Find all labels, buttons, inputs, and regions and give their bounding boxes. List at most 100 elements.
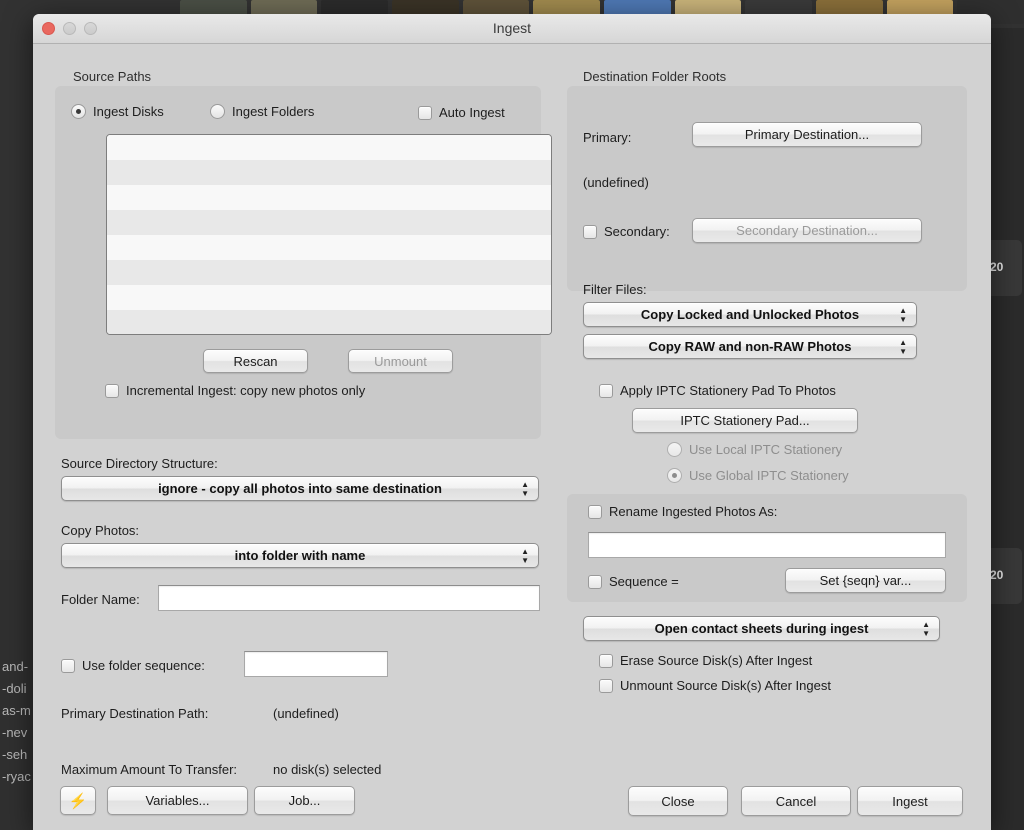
ingest-dialog: Ingest Source Paths Ingest Disks Ingest … (33, 14, 991, 830)
rename-checkbox-control[interactable] (588, 504, 602, 519)
bolt-icon-button[interactable]: ⚡ (60, 786, 96, 815)
bolt-icon: ⚡ (68, 792, 88, 810)
primary-destination-value: (undefined) (583, 175, 649, 190)
list-item[interactable] (107, 210, 551, 235)
iptc-stationery-pad-button[interactable]: IPTC Stationery Pad... (632, 408, 858, 433)
source-directory-structure-label: Source Directory Structure: (61, 456, 218, 471)
radio-ingest-disks[interactable]: Ingest Disks (71, 104, 164, 119)
raw-filter-value: Copy RAW and non-RAW Photos (648, 339, 852, 354)
checkbox-rename-ingested-photos[interactable]: Rename Ingested Photos As: (588, 504, 777, 519)
auto-ingest-label: Auto Ingest (439, 105, 505, 120)
stepper-arrows-icon: ▲ ▼ (922, 619, 930, 638)
radio-ingest-folders-control[interactable] (210, 104, 225, 119)
primary-destination-label: Primary: (583, 130, 632, 145)
radio-ingest-folders[interactable]: Ingest Folders (210, 104, 314, 119)
source-directory-structure-value: ignore - copy all photos into same desti… (158, 481, 442, 496)
list-item[interactable] (107, 260, 551, 285)
use-folder-sequence-label: Use folder sequence: (82, 658, 205, 673)
raw-filter-select[interactable]: Copy RAW and non-RAW Photos ▲ ▼ (583, 334, 917, 359)
checkbox-secondary-destination[interactable]: Secondary: (583, 224, 670, 239)
unmount-source-checkbox-control[interactable] (599, 678, 613, 693)
list-item[interactable] (107, 185, 551, 210)
cancel-button[interactable]: Cancel (741, 786, 851, 816)
secondary-destination-button[interactable]: Secondary Destination... (692, 218, 922, 243)
destination-folder-roots-group-label: Destination Folder Roots (583, 69, 727, 84)
radio-ingest-disks-control[interactable] (71, 104, 86, 119)
checkbox-apply-iptc-stationery[interactable]: Apply IPTC Stationery Pad To Photos (599, 383, 836, 398)
source-paths-group-label: Source Paths (73, 69, 152, 84)
stepper-arrows-icon: ▲ ▼ (521, 479, 529, 498)
list-item[interactable] (107, 235, 551, 260)
radio-use-global-iptc-control[interactable] (667, 468, 682, 483)
checkbox-incremental-ingest[interactable]: Incremental Ingest: copy new photos only (105, 383, 365, 398)
contact-sheets-value: Open contact sheets during ingest (654, 621, 869, 636)
radio-use-local-iptc-label: Use Local IPTC Stationery (689, 442, 843, 457)
radio-use-global-iptc[interactable]: Use Global IPTC Stationery (667, 468, 849, 483)
erase-source-label: Erase Source Disk(s) After Ingest (620, 653, 813, 668)
backdrop-card: 20 (986, 548, 1022, 604)
auto-ingest-checkbox-control[interactable] (418, 105, 432, 120)
incremental-ingest-checkbox-control[interactable] (105, 383, 119, 398)
maximum-amount-to-transfer-label: Maximum Amount To Transfer: (61, 762, 238, 777)
stepper-arrows-icon: ▲ ▼ (899, 305, 907, 324)
incremental-ingest-label: Incremental Ingest: copy new photos only (126, 383, 366, 398)
checkbox-unmount-source-disks[interactable]: Unmount Source Disk(s) After Ingest (599, 678, 831, 693)
set-seqn-var-button[interactable]: Set {seqn} var... (785, 568, 946, 593)
use-folder-sequence-checkbox-control[interactable] (61, 658, 75, 673)
folder-name-input[interactable] (158, 585, 540, 611)
source-directory-structure-select[interactable]: ignore - copy all photos into same desti… (61, 476, 539, 501)
secondary-destination-checkbox-control[interactable] (583, 224, 597, 239)
destination-folder-roots-groupbox: Primary: Primary Destination... (undefin… (567, 86, 967, 291)
rescan-button[interactable]: Rescan (203, 349, 308, 373)
rename-pattern-input[interactable] (588, 532, 946, 558)
checkbox-use-folder-sequence[interactable]: Use folder sequence: (61, 658, 205, 673)
copy-photos-value: into folder with name (234, 548, 366, 563)
unmount-source-label: Unmount Source Disk(s) After Ingest (620, 678, 831, 693)
maximum-amount-to-transfer-value: no disk(s) selected (273, 762, 382, 777)
title-bar: Ingest (33, 14, 991, 44)
copy-photos-label: Copy Photos: (61, 523, 140, 538)
list-item[interactable] (107, 310, 551, 334)
folder-sequence-input[interactable] (244, 651, 388, 677)
window-title: Ingest (492, 20, 532, 36)
rename-label: Rename Ingested Photos As: (609, 504, 778, 519)
filter-files-label: Filter Files: (583, 282, 647, 297)
stepper-arrows-icon: ▲ ▼ (521, 546, 529, 565)
checkbox-auto-ingest[interactable]: Auto Ingest (418, 105, 505, 120)
radio-ingest-disks-label: Ingest Disks (93, 104, 164, 119)
copy-photos-select[interactable]: into folder with name ▲ ▼ (61, 543, 539, 568)
lock-filter-select[interactable]: Copy Locked and Unlocked Photos ▲ ▼ (583, 302, 917, 327)
primary-destination-path-value: (undefined) (273, 706, 339, 721)
list-item[interactable] (107, 285, 551, 310)
sequence-checkbox-control[interactable] (588, 574, 602, 589)
radio-use-local-iptc[interactable]: Use Local IPTC Stationery (667, 442, 842, 457)
job-button[interactable]: Job... (254, 786, 355, 815)
folder-name-label: Folder Name: (61, 592, 140, 607)
checkbox-erase-source-disks[interactable]: Erase Source Disk(s) After Ingest (599, 653, 812, 668)
variables-button[interactable]: Variables... (107, 786, 248, 815)
backdrop-card-label: 20 (990, 260, 1004, 274)
apply-iptc-checkbox-control[interactable] (599, 383, 613, 398)
backdrop-card: 20 (986, 240, 1022, 296)
sequence-label: Sequence = (609, 574, 679, 589)
apply-iptc-label: Apply IPTC Stationery Pad To Photos (620, 383, 836, 398)
checkbox-sequence[interactable]: Sequence = (588, 574, 679, 589)
radio-ingest-folders-label: Ingest Folders (232, 104, 315, 119)
contact-sheets-select[interactable]: Open contact sheets during ingest ▲ ▼ (583, 616, 940, 641)
radio-use-local-iptc-control[interactable] (667, 442, 682, 457)
source-disks-list[interactable] (106, 134, 552, 335)
dialog-content: Source Paths Ingest Disks Ingest Folders… (33, 44, 991, 830)
close-button[interactable]: Close (628, 786, 728, 816)
primary-destination-button[interactable]: Primary Destination... (692, 122, 922, 147)
secondary-destination-label: Secondary: (604, 224, 670, 239)
ingest-button[interactable]: Ingest (857, 786, 963, 816)
stepper-arrows-icon: ▲ ▼ (899, 337, 907, 356)
rename-groupbox: Rename Ingested Photos As: Sequence = Se… (567, 494, 967, 602)
lock-filter-value: Copy Locked and Unlocked Photos (640, 307, 860, 322)
list-item[interactable] (107, 160, 551, 185)
unmount-button[interactable]: Unmount (348, 349, 453, 373)
backdrop-card-label: 20 (990, 568, 1004, 582)
source-paths-groupbox: Ingest Disks Ingest Folders Auto Ingest … (55, 86, 552, 439)
erase-source-checkbox-control[interactable] (599, 653, 613, 668)
list-item[interactable] (107, 135, 551, 160)
